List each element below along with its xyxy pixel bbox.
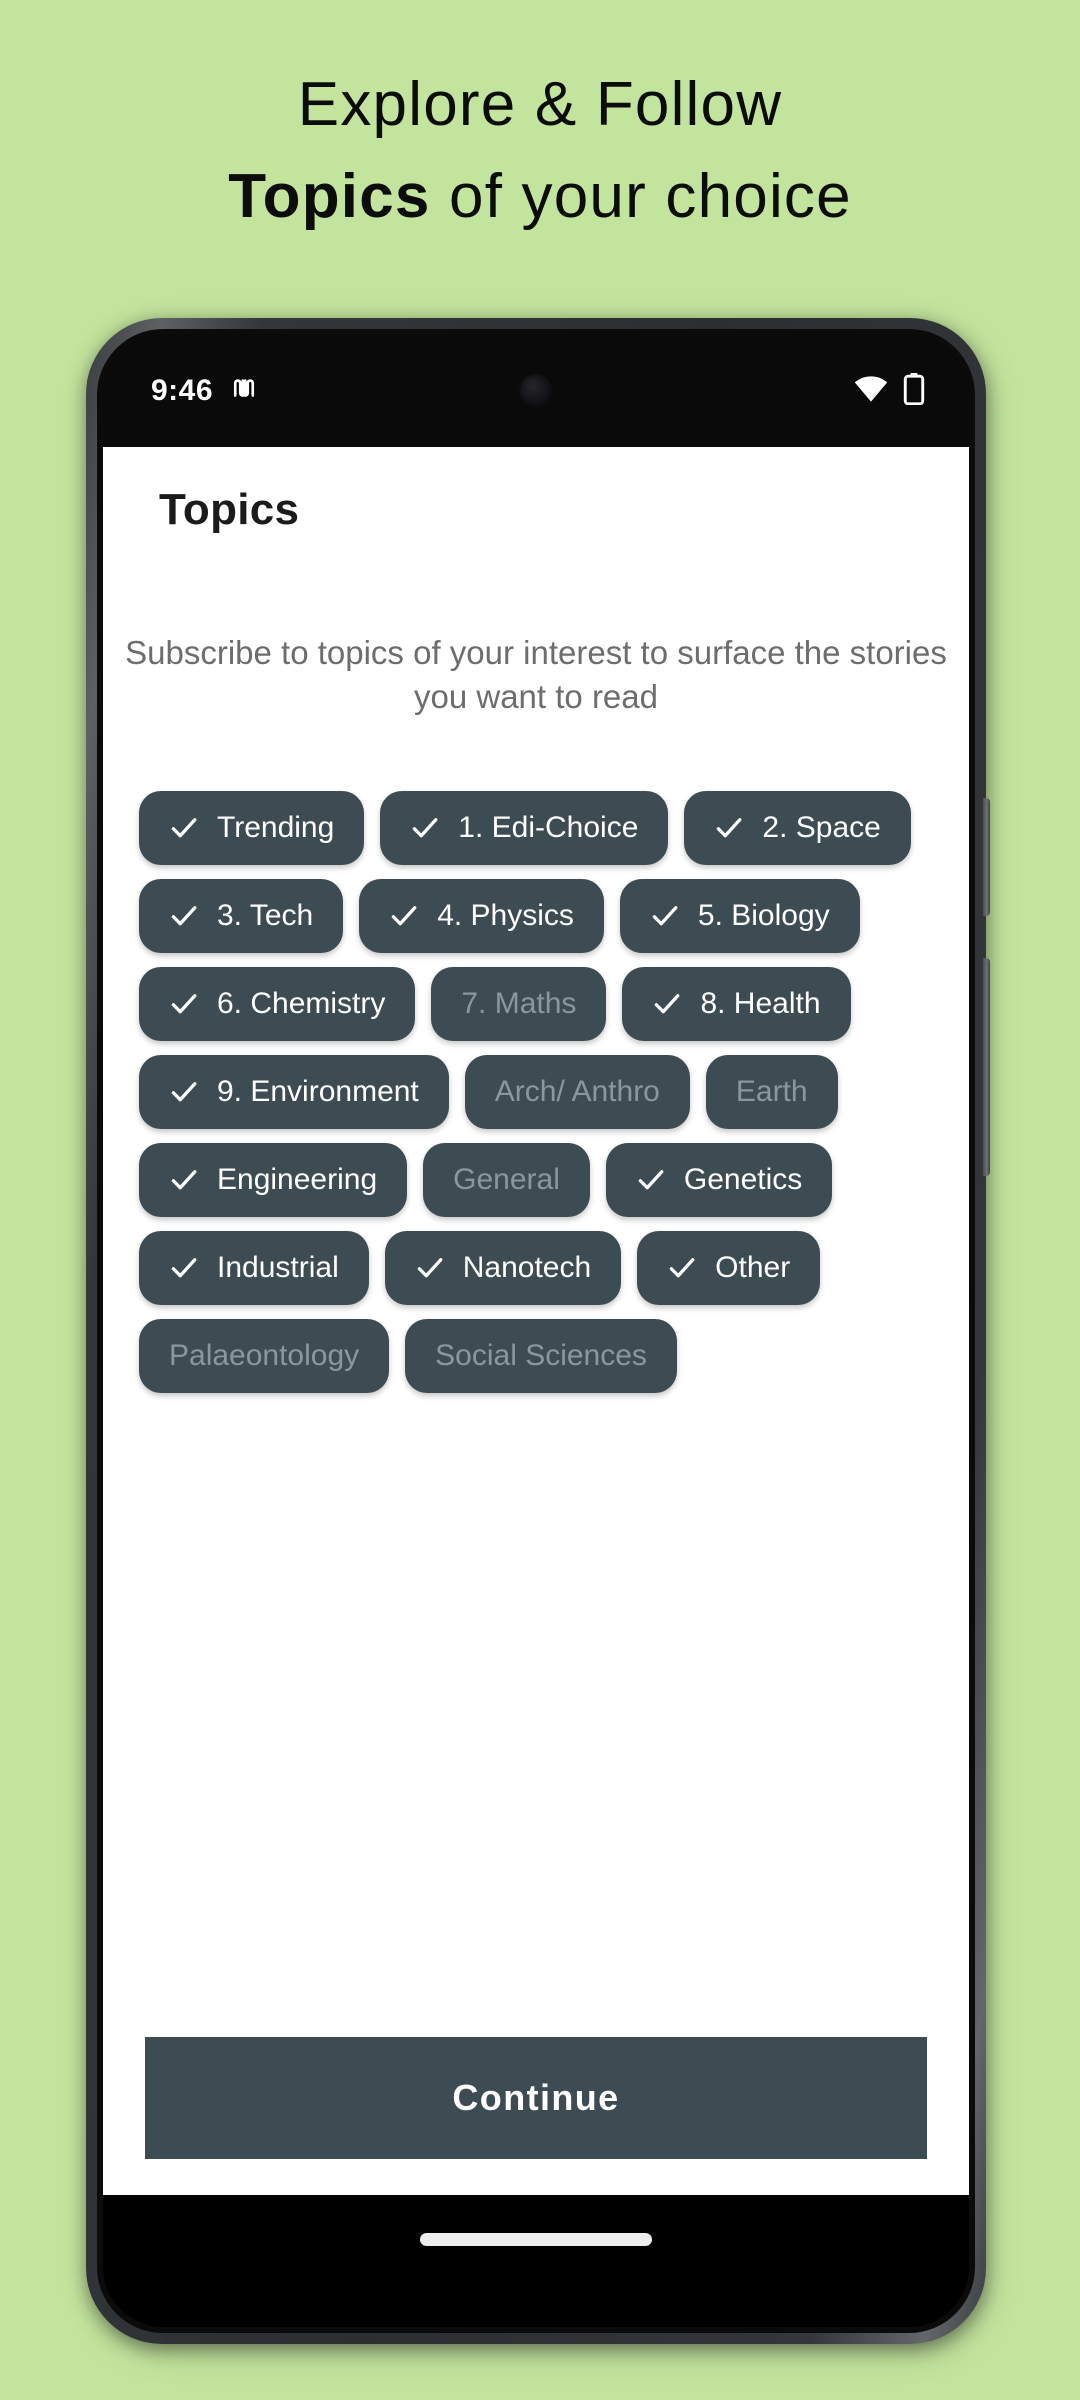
topic-chip-label: Genetics	[683, 1162, 803, 1196]
status-bar-right	[853, 372, 925, 410]
power-button[interactable]	[983, 798, 990, 916]
topic-chip[interactable]: Social Sciences	[405, 1318, 677, 1393]
continue-button[interactable]: Continue	[145, 2037, 927, 2159]
topic-chip-label: 8. Health	[700, 986, 821, 1020]
check-icon	[169, 1253, 199, 1283]
topic-chip[interactable]: 9. Environment	[139, 1054, 449, 1129]
topic-chip[interactable]: 2. Space	[684, 790, 911, 865]
topic-chip-label: Social Sciences	[435, 1338, 647, 1372]
topic-chip-label: 9. Environment	[217, 1074, 419, 1108]
topic-chip-label: Arch/ Anthro	[494, 1074, 660, 1108]
topic-chip[interactable]: 5. Biology	[619, 878, 860, 953]
topic-chip[interactable]: 1. Edi-Choice	[380, 790, 669, 865]
system-navigation-bar	[103, 2195, 969, 2327]
page-title: Topics	[159, 485, 300, 534]
topic-chip-label: Trending	[217, 810, 335, 844]
check-icon	[636, 1165, 666, 1195]
topic-chip-label: Palaeontology	[169, 1338, 360, 1372]
topic-chip-label: 1. Edi-Choice	[458, 810, 639, 844]
topic-chip[interactable]: 3. Tech	[139, 878, 344, 953]
topic-chip-label: 7. Maths	[461, 986, 577, 1020]
topic-chip-label: 4. Physics	[437, 898, 574, 932]
gesture-home-pill[interactable]	[420, 2233, 652, 2246]
battery-icon	[903, 372, 925, 410]
status-bar-clock: 9:46	[151, 374, 214, 407]
phone-bezel: 9:46 Topics Subscribe to topics of your …	[97, 329, 975, 2333]
topic-chip[interactable]: Trending	[139, 790, 365, 865]
wifi-icon	[853, 374, 889, 409]
topic-chip-label: Other	[715, 1250, 791, 1284]
check-icon	[169, 1077, 199, 1107]
topic-chip-label: General	[453, 1162, 560, 1196]
topic-chip-label: Industrial	[217, 1250, 339, 1284]
check-icon	[714, 813, 744, 843]
topic-chip[interactable]: 6. Chemistry	[139, 966, 416, 1041]
app-content: Topics Subscribe to topics of your inter…	[103, 447, 969, 2195]
promo-headline-line1: Explore & Follow	[297, 70, 783, 139]
phone-frame: 9:46 Topics Subscribe to topics of your …	[86, 318, 990, 2344]
topic-chip[interactable]: Palaeontology	[139, 1318, 390, 1393]
topic-chip-label: 6. Chemistry	[217, 986, 386, 1020]
topic-chip-label: Earth	[735, 1074, 808, 1108]
volume-button[interactable]	[983, 958, 990, 1176]
footer: Continue	[103, 2037, 969, 2195]
topic-chip[interactable]: Industrial	[139, 1230, 369, 1305]
check-icon	[652, 989, 682, 1019]
check-icon	[169, 989, 199, 1019]
page-subtitle: Subscribe to topics of your interest to …	[125, 634, 947, 715]
check-icon	[667, 1253, 697, 1283]
topic-chip-label: 2. Space	[762, 810, 881, 844]
nfc-icon	[229, 373, 259, 409]
topic-chip[interactable]: Nanotech	[384, 1230, 622, 1305]
topic-chip-list: Trending 1. Edi-Choice 2. Space 3. Tech 4. P…	[103, 790, 969, 1393]
check-icon	[415, 1253, 445, 1283]
status-bar-left: 9:46	[151, 373, 259, 409]
promo-headline: Explore & Follow Topics of your choice	[0, 66, 1080, 235]
check-icon	[169, 901, 199, 931]
topic-chip[interactable]: Other	[637, 1230, 821, 1305]
check-icon	[169, 1165, 199, 1195]
status-bar: 9:46	[103, 335, 969, 447]
phone-screen: 9:46 Topics Subscribe to topics of your …	[103, 335, 969, 2327]
check-icon	[169, 813, 199, 843]
topic-chip-label: 5. Biology	[697, 898, 830, 932]
check-icon	[389, 901, 419, 931]
front-camera-punch-hole	[518, 373, 554, 409]
promo-headline-emphasis: Topics	[228, 161, 431, 231]
topic-chip-label: 3. Tech	[217, 898, 314, 932]
promo-headline-line2: Topics of your choice	[0, 158, 1080, 236]
topic-chip[interactable]: Engineering	[139, 1142, 408, 1217]
topic-chip-label: Nanotech	[462, 1250, 592, 1284]
topic-chip[interactable]: General	[423, 1142, 590, 1217]
topic-chip[interactable]: Arch/ Anthro	[464, 1054, 690, 1129]
topic-chip[interactable]: 8. Health	[622, 966, 851, 1041]
topic-chip-label: Engineering	[217, 1162, 378, 1196]
topic-chip[interactable]: 7. Maths	[431, 966, 607, 1041]
topic-chip[interactable]: Genetics	[605, 1142, 833, 1217]
check-icon	[410, 813, 440, 843]
check-icon	[650, 901, 680, 931]
promo-headline-rest: of your choice	[430, 161, 852, 231]
topic-chip[interactable]: Earth	[705, 1054, 838, 1129]
topic-chip[interactable]: 4. Physics	[359, 878, 604, 953]
